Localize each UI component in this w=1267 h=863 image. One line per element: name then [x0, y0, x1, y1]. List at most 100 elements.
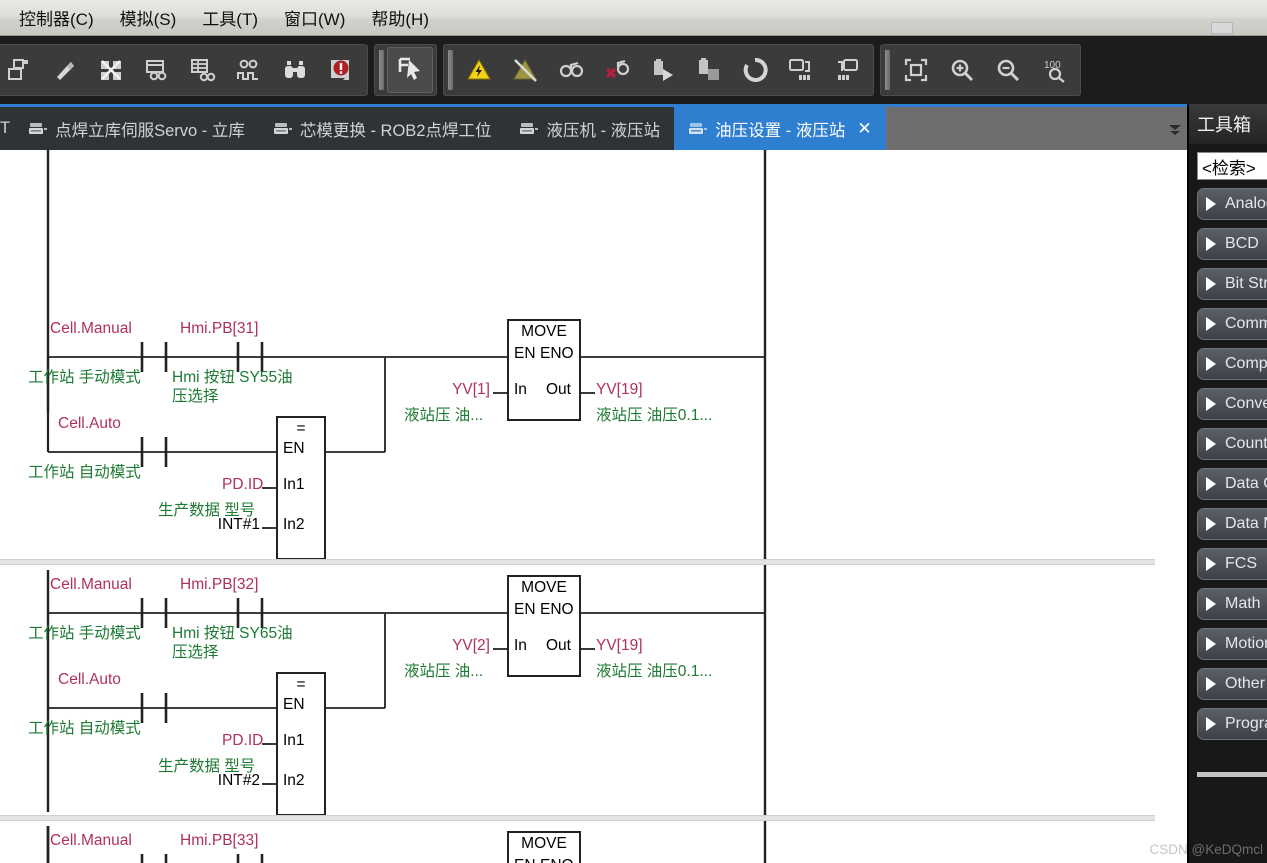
menu-help[interactable]: 帮助(H): [358, 1, 442, 34]
category-label: Bit Strin: [1225, 275, 1267, 292]
menu-window[interactable]: 窗口(W): [271, 1, 358, 34]
tb-zoom-out[interactable]: [985, 47, 1031, 93]
toolbox-divider: [1197, 772, 1267, 777]
compare-block-in1: In1: [283, 732, 305, 749]
move-in-operand[interactable]: YV[2]: [418, 637, 490, 656]
tb-monitor-on[interactable]: [548, 47, 594, 93]
tab-clipped-first[interactable]: T: [0, 107, 14, 150]
contact-address[interactable]: Cell.Manual: [50, 576, 132, 595]
toolbox-category-motion[interactable]: Motion: [1197, 628, 1267, 660]
contact-address[interactable]: Cell.Manual: [50, 320, 132, 339]
chevron-right-icon: [1206, 357, 1216, 371]
tb-build[interactable]: [42, 47, 88, 93]
plc-unit-icon: [28, 121, 48, 137]
tb-errors[interactable]: [318, 47, 364, 93]
editor-tab-bar: T 点焊立库伺服Servo - 立库 芯模更换 - ROB2点焊工位 液压机 -…: [0, 104, 1187, 150]
tb-zoom-fit[interactable]: [893, 47, 939, 93]
compare-in2-operand[interactable]: INT#1: [196, 516, 260, 535]
category-label: Data Co: [1225, 475, 1267, 492]
toolbox-category-math[interactable]: Math: [1197, 588, 1267, 620]
toolbox-category-conversion[interactable]: Convers: [1197, 388, 1267, 420]
menu-tools[interactable]: 工具(T): [189, 1, 271, 34]
toolbar-grip[interactable]: [379, 50, 384, 90]
tb-cursor-select[interactable]: [387, 47, 433, 93]
move-block-title: MOVE: [521, 835, 567, 852]
compare-in1-operand[interactable]: PD.ID: [222, 732, 263, 751]
tab-label: 液压机 - 液压站: [546, 121, 661, 140]
tb-rebuild[interactable]: [88, 47, 134, 93]
tb-zoom-in[interactable]: [939, 47, 985, 93]
tab-label: 点焊立库伺服Servo - 立库: [55, 121, 245, 140]
toolbox-category-analog[interactable]: Analog: [1197, 188, 1267, 220]
close-icon[interactable]: ✕: [857, 120, 871, 137]
tb-upload[interactable]: [824, 47, 870, 93]
toolbox-category-program[interactable]: Program: [1197, 708, 1267, 740]
contact-address[interactable]: Cell.Auto: [58, 415, 121, 434]
move-out-operand[interactable]: YV[19]: [596, 637, 643, 656]
chevron-right-icon: [1206, 317, 1216, 331]
toolbox-search-input[interactable]: <检索>: [1197, 152, 1267, 180]
ladder-editor-canvas[interactable]: Cell.Manual Hmi.PB[31] 工作站 手动模式 Hmi 按钮 S…: [0, 150, 1187, 863]
tab-hydraulic-machine[interactable]: 液压机 - 液压站: [505, 107, 674, 150]
plc-unit-icon: [273, 121, 293, 137]
toolbox-category-data-control[interactable]: Data Co: [1197, 468, 1267, 500]
toolbar-grip-2[interactable]: [448, 50, 453, 90]
move-block-out: Out: [546, 637, 571, 654]
compare-block-in1: In1: [283, 476, 305, 493]
tb-warning[interactable]: [456, 47, 502, 93]
toolbox-category-counter[interactable]: Counter: [1197, 428, 1267, 460]
move-block-en: EN: [514, 601, 536, 618]
ladder-diagram: Cell.Manual Hmi.PB[31] 工作站 手动模式 Hmi 按钮 S…: [0, 150, 1155, 863]
tb-sync[interactable]: [732, 47, 778, 93]
toolbox-category-bit-string[interactable]: Bit Strin: [1197, 268, 1267, 300]
move-out-comment: 液站压 油压0.1...: [596, 663, 713, 680]
tb-download[interactable]: [778, 47, 824, 93]
toolbox-category-bcd[interactable]: BCD: [1197, 228, 1267, 260]
menu-controller[interactable]: 控制器(C): [6, 1, 107, 34]
toolbox-category-compare[interactable]: Compare: [1197, 348, 1267, 380]
tab-core-mold-change[interactable]: 芯模更换 - ROB2点焊工位: [259, 107, 506, 150]
move-in-operand[interactable]: YV[1]: [418, 381, 490, 400]
tab-servo-warehouse[interactable]: 点焊立库伺服Servo - 立库: [14, 107, 259, 150]
move-block-title: MOVE: [521, 323, 567, 340]
tab-oil-pressure-settings[interactable]: 油压设置 - 液压站 ✕: [674, 107, 886, 150]
contact-comment: 工作站 自动模式: [28, 720, 141, 737]
move-block-in: In: [514, 381, 527, 398]
compare-in2-operand[interactable]: INT#2: [196, 772, 260, 791]
contact-address[interactable]: Hmi.PB[33]: [180, 832, 258, 851]
move-block-title: MOVE: [521, 579, 567, 596]
tb-monitor-off[interactable]: [594, 47, 640, 93]
tb-monitor-pulse[interactable]: [226, 47, 272, 93]
contact-comment: Hmi 按钮 SY65油压选择: [172, 625, 293, 661]
move-out-operand[interactable]: YV[19]: [596, 381, 643, 400]
tb-warning-off[interactable]: [502, 47, 548, 93]
tb-windows[interactable]: [0, 47, 42, 93]
compare-in1-operand[interactable]: PD.ID: [222, 476, 263, 495]
tab-list-dropdown[interactable]: [1163, 107, 1187, 150]
tb-watch-grid[interactable]: [180, 47, 226, 93]
compare-block-in2: In2: [283, 516, 305, 533]
toolbox-category-comms[interactable]: Comms: [1197, 308, 1267, 340]
menu-simulate[interactable]: 模拟(S): [107, 1, 190, 34]
toolbar-grip-3[interactable]: [885, 50, 890, 90]
contact-address[interactable]: Cell.Manual: [50, 832, 132, 851]
category-label: Other: [1225, 675, 1266, 692]
tb-transfer-copy[interactable]: [686, 47, 732, 93]
contact-comment: Hmi 按钮 SY55油压选择: [172, 369, 293, 405]
tb-watch-table[interactable]: [134, 47, 180, 93]
category-label: FCS: [1225, 555, 1257, 572]
contact-address[interactable]: Cell.Auto: [58, 671, 121, 690]
tb-zoom-100[interactable]: 100: [1031, 47, 1077, 93]
tb-search[interactable]: [272, 47, 318, 93]
chevron-right-icon: [1206, 477, 1216, 491]
tb-transfer-run[interactable]: [640, 47, 686, 93]
category-label: Math: [1225, 595, 1261, 612]
menu-bar: 控制器(C) 模拟(S) 工具(T) 窗口(W) 帮助(H): [0, 0, 1267, 36]
toolbox-title: 工具箱: [1189, 104, 1267, 144]
scroll-top-indicator: [1211, 22, 1233, 34]
contact-address[interactable]: Hmi.PB[31]: [180, 320, 258, 339]
toolbox-category-data-movement[interactable]: Data Mo: [1197, 508, 1267, 540]
contact-address[interactable]: Hmi.PB[32]: [180, 576, 258, 595]
toolbox-category-fcs[interactable]: FCS: [1197, 548, 1267, 580]
toolbox-category-other[interactable]: Other: [1197, 668, 1267, 700]
